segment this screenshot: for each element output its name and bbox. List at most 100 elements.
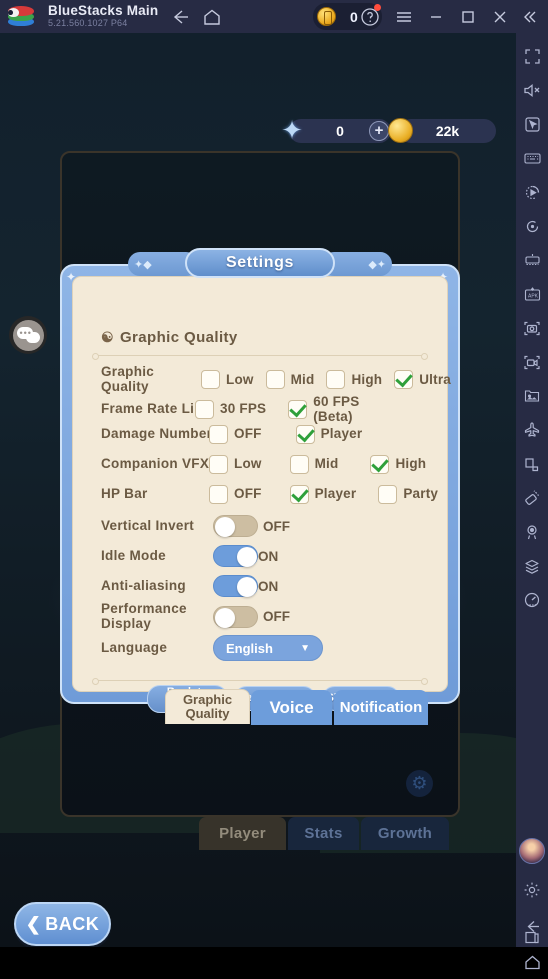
checkbox-high-label: High xyxy=(351,371,383,387)
checkbox-hp-off[interactable] xyxy=(209,485,228,504)
setting-row-companion-vfx: Companion VFX Low Mid High xyxy=(101,455,451,474)
back-chevron-icon: ❮ xyxy=(25,913,42,934)
record-video-icon[interactable] xyxy=(516,345,548,379)
setting-row-anti-aliasing: Anti-aliasing ON xyxy=(101,575,451,597)
gem-counter[interactable]: ✦ 0 + xyxy=(281,115,391,145)
checkbox-vfx-high-label: High xyxy=(395,456,427,472)
toggle-performance-display-state: OFF xyxy=(263,609,290,625)
section-divider xyxy=(92,353,428,360)
setting-row-language: Language English ▼ xyxy=(101,635,451,661)
fullscreen-icon[interactable] xyxy=(516,39,548,73)
macro-play-icon[interactable] xyxy=(516,175,548,209)
tab-voice[interactable]: Voice xyxy=(251,690,332,725)
footer-divider xyxy=(92,678,428,685)
collapse-icon[interactable] xyxy=(518,7,540,27)
toggle-idle-mode-state: ON xyxy=(258,548,279,564)
bluestacks-logo-icon xyxy=(8,5,38,28)
language-select-value: English xyxy=(226,640,273,656)
avatar[interactable] xyxy=(519,838,545,864)
mute-icon[interactable] xyxy=(516,73,548,107)
checkbox-vfx-high[interactable] xyxy=(370,455,390,474)
checkbox-hp-party-label: Party xyxy=(403,486,439,502)
settings-dialog-frame: ✦ ✦ ☯ Graphic Quality Graphic Quality Lo… xyxy=(60,264,460,713)
section-header: ☯ Graphic Quality xyxy=(101,329,238,346)
checkbox-mid-label: Mid xyxy=(290,371,315,387)
hamburger-menu-icon[interactable] xyxy=(393,7,415,27)
checkbox-low[interactable] xyxy=(201,370,220,390)
checkbox-damage-player-label: Player xyxy=(320,426,363,442)
checkbox-vfx-low-label: Low xyxy=(234,456,262,472)
background-tab-stats[interactable]: Stats xyxy=(288,817,359,850)
background-tab-player[interactable]: Player xyxy=(199,817,286,850)
checkbox-hp-off-label: OFF xyxy=(234,486,262,502)
setting-label: Language xyxy=(101,639,168,655)
rotate-icon[interactable] xyxy=(516,209,548,243)
setting-row-performance-display: Performance Display OFF xyxy=(101,601,451,632)
media-gallery-icon[interactable] xyxy=(516,379,548,413)
setting-row-idle-mode: Idle Mode ON xyxy=(101,545,451,567)
toggle-anti-aliasing[interactable] xyxy=(213,575,258,597)
gold-value: 22k xyxy=(435,123,460,139)
toggle-idle-mode[interactable] xyxy=(213,545,258,567)
checkbox-60fps[interactable] xyxy=(288,400,308,420)
setting-row-graphic-quality: Graphic Quality Low Mid High Ultra xyxy=(101,364,451,395)
clean-icon[interactable] xyxy=(516,481,548,515)
chat-bubble-icon[interactable]: ••• xyxy=(9,316,47,354)
maximize-icon[interactable] xyxy=(457,7,479,27)
airplane-icon[interactable] xyxy=(516,413,548,447)
tab-notification[interactable]: Notification xyxy=(334,690,428,725)
background-tab-growth[interactable]: Growth xyxy=(361,817,449,850)
checkbox-30fps[interactable] xyxy=(195,400,214,420)
background-tab-growth-label: Growth xyxy=(377,825,433,842)
checkbox-damage-off-label: OFF xyxy=(234,426,262,442)
checkbox-30fps-label: 30 FPS xyxy=(220,401,267,417)
android-recents-icon[interactable] xyxy=(516,920,548,954)
gear-icon[interactable]: ⚙ xyxy=(406,770,433,797)
help-icon[interactable] xyxy=(359,7,381,27)
background-tab-player-label: Player xyxy=(219,825,266,842)
keyboard-icon[interactable] xyxy=(516,141,548,175)
checkbox-hp-party[interactable] xyxy=(378,485,398,504)
setting-label: Companion VFX xyxy=(101,456,210,472)
chevron-down-icon: ▼ xyxy=(300,642,310,654)
minimize-icon[interactable] xyxy=(425,7,447,27)
checkbox-vfx-mid[interactable] xyxy=(289,455,309,474)
game-viewport[interactable]: ✦ 0 + 22k ⚙ Player Stats Growth ••• ❮ BA… xyxy=(0,33,516,947)
toggle-performance-display[interactable] xyxy=(213,605,258,628)
add-gems-button[interactable]: + xyxy=(369,121,389,141)
settings-dialog-body: ☯ Graphic Quality Graphic Quality Low Mi… xyxy=(72,276,451,713)
checkbox-high[interactable] xyxy=(326,370,346,390)
resize-icon[interactable] xyxy=(516,447,548,481)
home-icon[interactable] xyxy=(200,6,224,28)
checkbox-low-label: Low xyxy=(226,371,254,387)
language-select[interactable]: English ▼ xyxy=(213,635,323,661)
back-button[interactable]: ❮ BACK xyxy=(14,902,111,946)
setting-label: Damage Number xyxy=(101,426,213,442)
checkbox-hp-player[interactable] xyxy=(289,485,309,504)
checkbox-60fps-label: 60 FPS (Beta) xyxy=(313,394,360,424)
setting-label: Idle Mode xyxy=(101,547,166,563)
location-icon[interactable] xyxy=(516,515,548,549)
setting-label: Vertical Invert xyxy=(101,517,195,533)
toggle-vertical-invert[interactable] xyxy=(213,515,258,537)
checkbox-damage-off[interactable] xyxy=(209,425,228,444)
tab-graphic-quality[interactable]: Graphic Quality xyxy=(165,689,250,724)
checkbox-ultra[interactable] xyxy=(394,370,414,390)
section-header-label: Graphic Quality xyxy=(119,329,238,346)
gold-counter[interactable]: 22k xyxy=(388,118,496,143)
performance-icon[interactable] xyxy=(516,583,548,617)
apk-install-icon[interactable]: APK xyxy=(516,277,548,311)
back-arrow-icon[interactable] xyxy=(168,6,192,28)
dialog-title-label: Settings xyxy=(226,254,294,271)
close-icon[interactable] xyxy=(489,7,511,27)
gear-icon[interactable] xyxy=(516,873,548,907)
coin-value: 0 xyxy=(350,8,358,25)
checkbox-vfx-low[interactable] xyxy=(209,455,228,474)
checkbox-mid[interactable] xyxy=(265,370,285,390)
pointer-icon[interactable] xyxy=(516,107,548,141)
multi-instance-icon[interactable] xyxy=(516,549,548,583)
checkbox-damage-player[interactable] xyxy=(295,425,315,444)
screenshot-icon[interactable] xyxy=(516,311,548,345)
setting-label: Graphic Quality xyxy=(101,364,155,394)
gamepad-icon[interactable] xyxy=(516,243,548,277)
